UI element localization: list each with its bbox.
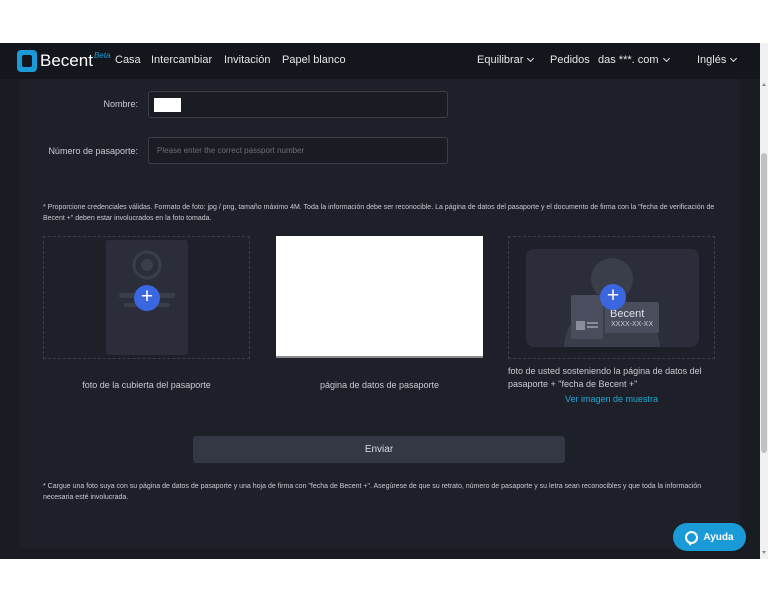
help-label: Ayuda — [703, 531, 734, 543]
upload-instructions-notice: * Cargue una foto suya con su página de … — [43, 483, 702, 501]
nav-link-intercambiar[interactable]: Intercambiar — [151, 54, 212, 66]
nav-equilibrar-dropdown[interactable]: Equilibrar — [477, 54, 535, 66]
logo-mark-icon — [17, 50, 37, 72]
add-photo-plus-icon[interactable]: + — [600, 284, 626, 310]
nav-account-label: das ***. com — [598, 54, 659, 66]
passport-number-field[interactable]: Please enter the correct passport number — [148, 137, 448, 164]
add-photo-plus-icon[interactable]: + — [134, 285, 160, 311]
selfie-caption: foto de usted sosteniendo la página de d… — [508, 366, 702, 389]
name-label: Nombre: — [103, 99, 138, 109]
submit-button[interactable]: Enviar — [193, 436, 565, 463]
passport-data-page-caption: página de datos de pasaporte — [319, 380, 440, 390]
nav-equilibrar-label: Equilibrar — [477, 54, 524, 66]
chat-bubble-icon — [685, 530, 699, 546]
nav-link-pedidos[interactable]: Pedidos — [550, 54, 590, 66]
passport-cover-caption: foto de la cubierta del pasaporte — [82, 380, 211, 390]
chevron-down-icon — [527, 54, 535, 63]
passport-data-page-upload[interactable] — [276, 236, 483, 358]
passport-cover-upload[interactable]: + — [43, 236, 250, 359]
view-sample-image-link[interactable]: Ver imagen de muestra — [565, 394, 658, 404]
credentials-notice: * Proporcione credenciales válidas. Form… — [43, 204, 715, 222]
nav-account-dropdown[interactable]: das ***. com — [598, 54, 670, 66]
nav-language-dropdown[interactable]: Inglés — [697, 54, 738, 66]
selfie-upload[interactable]: Becent XXXX-XX-XX + — [508, 236, 715, 359]
help-button[interactable]: Ayuda — [673, 523, 746, 551]
name-value — [154, 98, 181, 112]
brand-tag: Beta — [93, 50, 111, 60]
scroll-thumb[interactable] — [761, 153, 767, 453]
chevron-down-icon — [662, 54, 670, 63]
nav-language-label: Inglés — [697, 54, 727, 66]
nav-link-casa[interactable]: Casa — [115, 54, 141, 66]
passport-number-label: Número de pasaporte: — [48, 146, 138, 156]
page-scrollbar[interactable] — [760, 43, 768, 559]
scroll-down-arrow-icon[interactable] — [762, 551, 766, 554]
page-top-strip — [0, 0, 768, 43]
scroll-up-arrow-icon[interactable] — [762, 83, 766, 86]
page-bottom-strip — [0, 559, 768, 614]
top-navbar: Becent Beta Casa Intercambiar Invitación… — [0, 43, 760, 79]
nav-link-invitacion[interactable]: Invitación — [224, 54, 270, 66]
brand-name: Becent — [40, 51, 93, 70]
sample-card-date: XXXX-XX-XX — [611, 321, 654, 328]
brand-logo[interactable]: Becent Beta — [17, 50, 110, 72]
chevron-down-icon — [730, 54, 738, 63]
nav-link-papel-blanco[interactable]: Papel blanco — [282, 54, 346, 66]
name-field[interactable] — [148, 91, 448, 118]
passport-number-placeholder: Please enter the correct passport number — [157, 146, 305, 155]
